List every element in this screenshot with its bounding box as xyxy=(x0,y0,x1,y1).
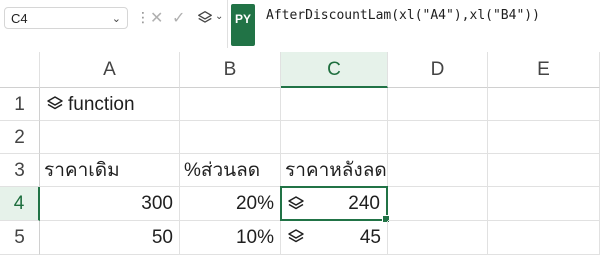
cell-d1[interactable] xyxy=(388,88,488,121)
cell-value: function xyxy=(68,94,135,115)
cell-e5[interactable] xyxy=(488,221,600,255)
layers-icon xyxy=(288,196,304,210)
close-icon[interactable]: ✕ xyxy=(150,8,163,28)
cell-e1[interactable] xyxy=(488,88,600,121)
cell-b2[interactable] xyxy=(180,121,281,154)
cell-d5[interactable] xyxy=(388,221,488,255)
cell-value: 240 xyxy=(348,193,380,214)
column-header-c[interactable]: C xyxy=(281,52,388,88)
row-header-2[interactable]: 2 xyxy=(0,121,40,154)
cell-d3[interactable] xyxy=(388,154,488,187)
cell-e3[interactable] xyxy=(488,154,600,187)
cell-a1[interactable]: function xyxy=(40,88,180,121)
row-header-4[interactable]: 4 xyxy=(0,187,40,221)
cell-b4[interactable]: 20% xyxy=(180,187,281,221)
cell-a2[interactable] xyxy=(40,121,180,154)
chevron-down-icon: ⌄ xyxy=(215,11,224,22)
column-header-e[interactable]: E xyxy=(488,52,600,88)
cell-e2[interactable] xyxy=(488,121,600,154)
python-output-button[interactable]: ⌄ xyxy=(196,9,230,29)
cell-c2[interactable] xyxy=(281,121,388,154)
cell-d2[interactable] xyxy=(388,121,488,154)
cell-value: 20% xyxy=(235,193,274,214)
cell-value: 45 xyxy=(359,227,381,248)
name-box-value: C4 xyxy=(11,11,28,26)
cell-value: ราคาเดิม xyxy=(44,160,120,181)
layers-icon xyxy=(47,96,63,110)
cell-value: 300 xyxy=(141,193,173,214)
cell-value: 10% xyxy=(235,227,274,248)
formula-bar: C4 ⌄ ⋮ ✕ ✓ ⌄ PY AfterDiscountLam(xl("A4"… xyxy=(0,0,600,48)
cell-a3[interactable]: ราคาเดิม xyxy=(40,154,180,187)
cell-b5[interactable]: 10% xyxy=(180,221,281,255)
chevron-down-icon[interactable]: ⌄ xyxy=(112,8,121,30)
column-header-d[interactable]: D xyxy=(388,52,488,88)
formula-input[interactable]: AfterDiscountLam(xl("A4"),xl("B4")) xyxy=(266,8,540,23)
divider xyxy=(227,0,228,48)
drag-handle-icon[interactable]: ⋮ xyxy=(136,9,150,26)
cell-a4[interactable]: 300 xyxy=(40,187,180,221)
cell-c1[interactable] xyxy=(281,88,388,121)
name-box[interactable]: C4 ⌄ xyxy=(4,7,128,29)
cell-c4[interactable]: 240 xyxy=(280,186,390,223)
column-header-b[interactable]: B xyxy=(180,52,281,88)
row-header-3[interactable]: 3 xyxy=(0,154,40,187)
select-all-corner[interactable] xyxy=(0,52,40,88)
layers-icon xyxy=(288,229,304,243)
cell-value: %ส่วนลด xyxy=(184,160,261,181)
cell-c3[interactable]: ราคาหลังลด xyxy=(281,154,388,187)
python-badge: PY xyxy=(231,4,255,46)
cell-a5[interactable]: 50 xyxy=(40,221,180,255)
cell-c5[interactable]: 45 xyxy=(281,221,388,255)
cell-value: ราคาหลังลด xyxy=(285,160,387,181)
check-icon[interactable]: ✓ xyxy=(172,8,185,28)
cell-b1[interactable] xyxy=(180,88,281,121)
cell-e4[interactable] xyxy=(488,187,600,221)
row-header-1[interactable]: 1 xyxy=(0,88,40,121)
spreadsheet-grid: A B C D E 1 2 3 4 5 function ราคาเดิม %ส… xyxy=(0,52,600,258)
cell-b3[interactable]: %ส่วนลด xyxy=(180,154,281,187)
row-header-5[interactable]: 5 xyxy=(0,221,40,255)
column-header-a[interactable]: A xyxy=(40,52,180,88)
cell-d4[interactable] xyxy=(388,187,488,221)
cell-value: 50 xyxy=(151,227,173,248)
layers-icon xyxy=(198,11,212,23)
